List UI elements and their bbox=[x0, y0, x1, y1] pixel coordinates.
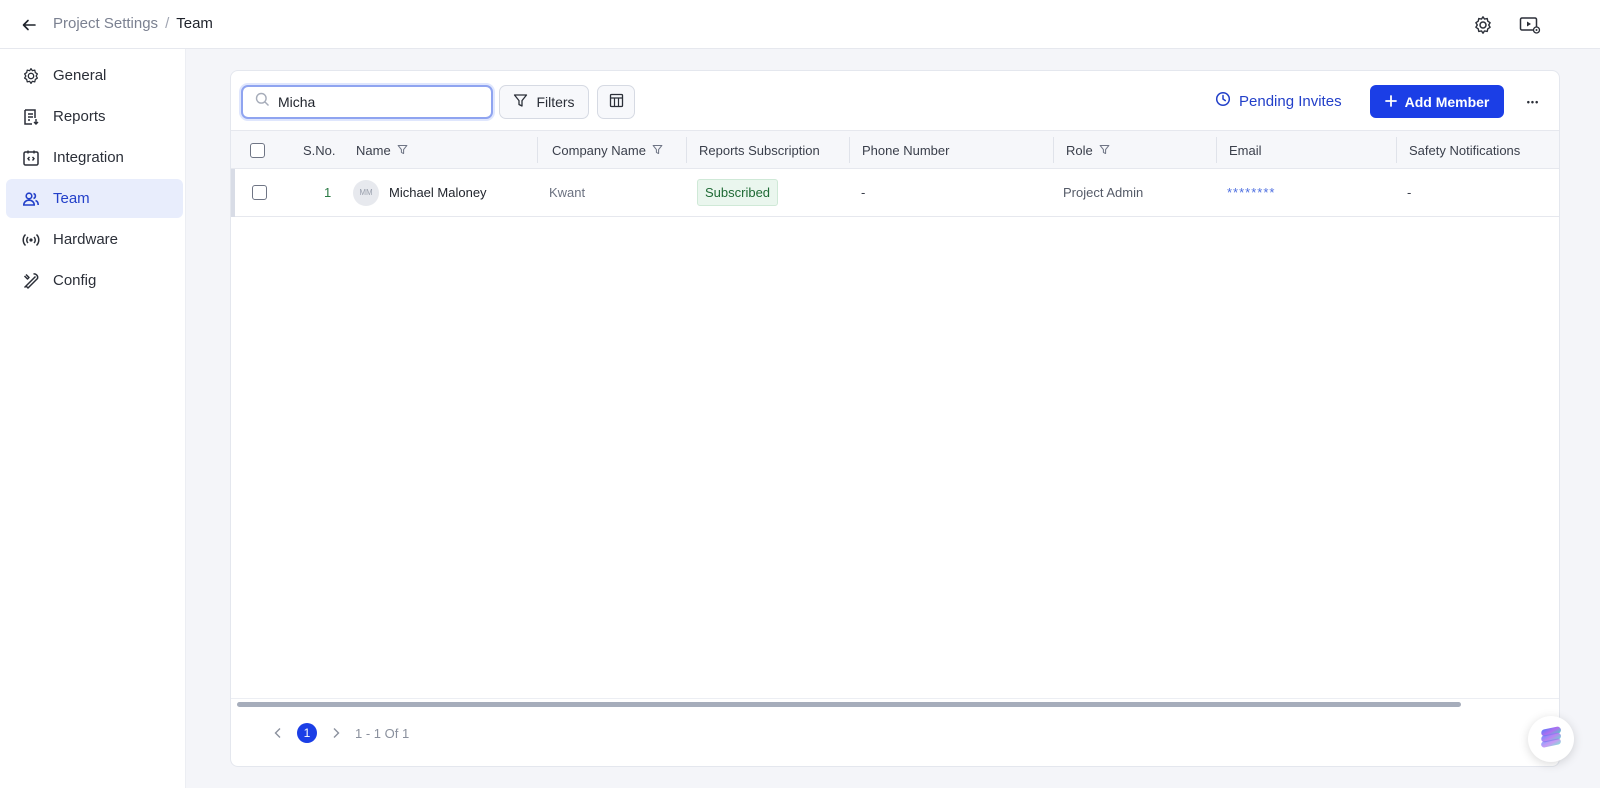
filters-button[interactable]: Filters bbox=[499, 85, 589, 119]
pending-invites-label: Pending Invites bbox=[1239, 92, 1342, 110]
pending-invites-button[interactable]: Pending Invites bbox=[1215, 91, 1342, 111]
sidebar-item-label: General bbox=[53, 67, 107, 84]
column-header-subscription: Reports Subscription bbox=[699, 131, 820, 169]
column-header-label: Reports Subscription bbox=[699, 142, 820, 158]
column-header-label: Phone Number bbox=[862, 142, 950, 158]
back-arrow-icon[interactable] bbox=[18, 14, 40, 36]
sidebar-item-label: Team bbox=[53, 190, 90, 207]
row-accent-bar bbox=[231, 169, 235, 217]
gear-icon[interactable] bbox=[1470, 12, 1496, 38]
table-columns-icon bbox=[609, 93, 624, 111]
filter-icon[interactable] bbox=[397, 143, 408, 158]
broadcast-icon bbox=[21, 230, 41, 250]
sidebar-item-label: Reports bbox=[53, 108, 106, 125]
page-number-current[interactable]: 1 bbox=[297, 723, 317, 743]
row-sno: 1 bbox=[324, 185, 332, 200]
row-company: Kwant bbox=[549, 185, 586, 200]
column-header-role: Role bbox=[1066, 131, 1110, 169]
row-safety: - bbox=[1407, 185, 1412, 200]
sidebar-item-general[interactable]: General bbox=[6, 56, 183, 95]
avatar: MM bbox=[353, 179, 379, 206]
team-icon bbox=[21, 189, 41, 209]
sidebar-item-label: Config bbox=[53, 272, 97, 289]
column-divider[interactable] bbox=[537, 137, 538, 163]
member-name[interactable]: Michael Maloney bbox=[389, 185, 487, 200]
sidebar-item-team[interactable]: Team bbox=[6, 179, 183, 218]
column-header-label: Name bbox=[356, 142, 391, 158]
more-icon: ••• bbox=[1526, 96, 1540, 107]
sidebar-item-reports[interactable]: Reports bbox=[6, 97, 183, 136]
column-header-email: Email bbox=[1229, 131, 1262, 169]
pagination-summary: 1 - 1 Of 1 bbox=[355, 725, 410, 741]
breadcrumb-separator: / bbox=[165, 15, 170, 32]
column-header-company: Company Name bbox=[552, 131, 663, 169]
column-header-label: Company Name bbox=[552, 142, 646, 158]
filters-label: Filters bbox=[536, 94, 575, 110]
row-phone: - bbox=[861, 185, 866, 200]
report-icon bbox=[21, 107, 41, 127]
sidebar-item-integration[interactable]: Integration bbox=[6, 138, 183, 177]
add-member-button[interactable]: Add Member bbox=[1370, 85, 1504, 118]
select-all-checkbox-cell bbox=[250, 131, 265, 169]
top-bar: Project Settings / Team bbox=[0, 0, 1600, 49]
integration-icon bbox=[21, 148, 41, 168]
filter-icon bbox=[513, 93, 528, 111]
breadcrumb: Project Settings / Team bbox=[53, 15, 213, 32]
status-badge: Subscribed bbox=[697, 179, 779, 206]
column-divider[interactable] bbox=[1396, 137, 1397, 163]
assistant-launcher-button[interactable] bbox=[1528, 716, 1574, 762]
column-header-label: Role bbox=[1066, 142, 1093, 158]
column-divider[interactable] bbox=[1053, 137, 1054, 163]
search-field[interactable] bbox=[241, 85, 493, 119]
column-divider[interactable] bbox=[1216, 137, 1217, 163]
pagination: 1 1 - 1 Of 1 bbox=[271, 723, 409, 743]
row-subscription-cell: Subscribed bbox=[697, 169, 779, 216]
filter-icon[interactable] bbox=[1099, 143, 1110, 158]
chevron-right-icon[interactable] bbox=[329, 726, 343, 740]
breadcrumb-parent[interactable]: Project Settings bbox=[53, 15, 158, 32]
row-checkbox-cell bbox=[252, 169, 267, 216]
filter-icon[interactable] bbox=[652, 143, 663, 158]
video-settings-icon[interactable] bbox=[1517, 12, 1543, 38]
horizontal-scrollbar-thumb[interactable] bbox=[237, 702, 1461, 707]
row-checkbox[interactable] bbox=[252, 185, 267, 200]
add-member-label: Add Member bbox=[1404, 93, 1490, 110]
select-all-checkbox[interactable] bbox=[250, 142, 265, 158]
table-header: S.No. Name Company Name Reports Subscrip… bbox=[231, 130, 1559, 169]
column-header-label: Email bbox=[1229, 142, 1262, 158]
gear-icon bbox=[21, 66, 41, 86]
clock-icon bbox=[1215, 91, 1231, 111]
sidebar: General Reports Integration Team Hardwar… bbox=[0, 49, 186, 788]
column-header-label: S.No. bbox=[303, 142, 336, 158]
team-table-card: Filters Pending Invites Add Member ••• S… bbox=[230, 70, 1560, 767]
columns-button[interactable] bbox=[597, 85, 635, 119]
table-row[interactable]: 1 MM Michael Maloney Kwant Subscribed - … bbox=[231, 169, 1559, 217]
sidebar-item-label: Hardware bbox=[53, 231, 119, 248]
column-header-label: Safety Notifications bbox=[1409, 142, 1521, 158]
row-email[interactable]: ******** bbox=[1227, 169, 1275, 216]
sidebar-item-hardware[interactable]: Hardware bbox=[6, 220, 183, 259]
column-header-phone: Phone Number bbox=[862, 131, 949, 169]
assistant-logo-icon bbox=[1537, 723, 1565, 756]
column-header-safety: Safety Notifications bbox=[1409, 131, 1520, 169]
column-divider[interactable] bbox=[686, 137, 687, 163]
plus-icon bbox=[1384, 94, 1397, 110]
search-input[interactable] bbox=[278, 94, 478, 110]
row-role: Project Admin bbox=[1063, 185, 1144, 200]
sidebar-item-config[interactable]: Config bbox=[6, 261, 183, 300]
sidebar-item-label: Integration bbox=[53, 149, 124, 166]
row-name-cell: MM Michael Maloney bbox=[353, 169, 487, 216]
column-header-name: Name bbox=[356, 131, 408, 169]
column-divider[interactable] bbox=[849, 137, 850, 163]
tools-icon bbox=[21, 271, 41, 291]
search-icon bbox=[255, 92, 270, 112]
breadcrumb-current: Team bbox=[176, 15, 213, 32]
chevron-left-icon[interactable] bbox=[271, 726, 285, 740]
column-header-sno: S.No. bbox=[303, 131, 336, 169]
more-options-button[interactable]: ••• bbox=[1519, 85, 1547, 118]
